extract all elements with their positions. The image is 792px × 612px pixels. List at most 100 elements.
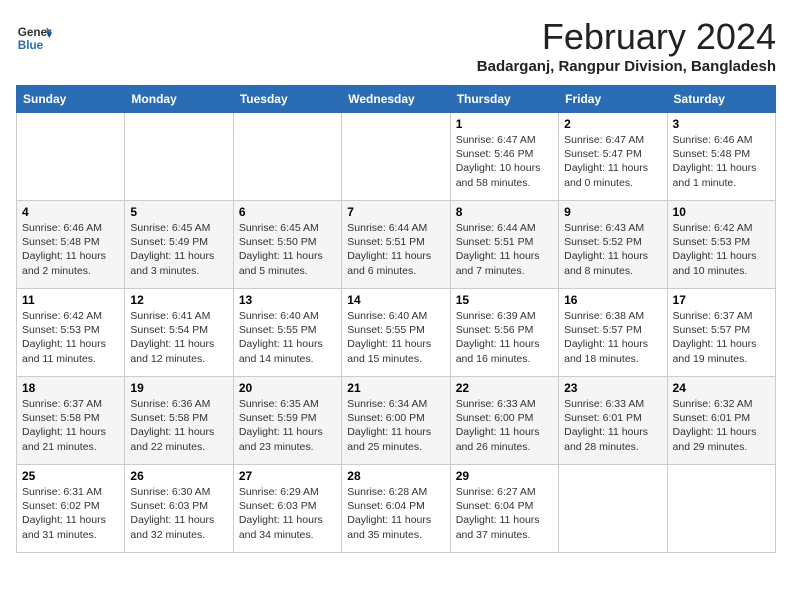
calendar-cell: 19Sunrise: 6:36 AMSunset: 5:58 PMDayligh… (125, 377, 233, 465)
day-number: 4 (22, 205, 119, 219)
calendar-cell: 9 Sunrise: 6:43 AMSunset: 5:52 PMDaylight… (559, 201, 667, 289)
day-number: 8 (456, 205, 553, 219)
day-number: 25 (22, 469, 119, 483)
day-number: 5 (130, 205, 227, 219)
calendar-cell (125, 113, 233, 201)
calendar-cell: 24 Sunrise: 6:32 AMSunset: 6:01 PMDayligh… (667, 377, 775, 465)
day-info: Sunrise: 6:47 AMSunset: 5:47 PMDaylight:… (564, 133, 661, 190)
day-info: Sunrise: 6:37 AMSunset: 5:57 PMDaylight:… (673, 309, 770, 366)
day-number: 15 (456, 293, 553, 307)
calendar-cell (667, 465, 775, 553)
calendar-cell: 25 Sunrise: 6:31 AMSunset: 6:02 PMDayligh… (17, 465, 125, 553)
day-info: Sunrise: 6:35 AMSunset: 5:59 PMDaylight:… (239, 397, 336, 454)
calendar-cell: 28Sunrise: 6:28 AMSunset: 6:04 PMDayligh… (342, 465, 450, 553)
week-row-0: 1 Sunrise: 6:47 AMSunset: 5:46 PMDaylight… (17, 113, 776, 201)
calendar-cell: 17Sunrise: 6:37 AMSunset: 5:57 PMDayligh… (667, 289, 775, 377)
calendar-cell: 18 Sunrise: 6:37 AMSunset: 5:58 PMDayligh… (17, 377, 125, 465)
day-info: Sunrise: 6:32 AMSunset: 6:01 PMDaylight:… (673, 397, 770, 454)
day-number: 23 (564, 381, 661, 395)
day-info: Sunrise: 6:29 AMSunset: 6:03 PMDaylight:… (239, 485, 336, 542)
calendar-cell: 21 Sunrise: 6:34 AMSunset: 6:00 PMDayligh… (342, 377, 450, 465)
day-info: Sunrise: 6:40 AMSunset: 5:55 PMDaylight:… (239, 309, 336, 366)
day-info: Sunrise: 6:46 AMSunset: 5:48 PMDaylight:… (22, 221, 119, 278)
day-info: Sunrise: 6:33 AMSunset: 6:01 PMDaylight:… (564, 397, 661, 454)
day-number: 12 (130, 293, 227, 307)
calendar-cell: 27Sunrise: 6:29 AMSunset: 6:03 PMDayligh… (233, 465, 341, 553)
weekday-header-monday: Monday (125, 86, 233, 113)
day-info: Sunrise: 6:45 AMSunset: 5:49 PMDaylight:… (130, 221, 227, 278)
day-info: Sunrise: 6:42 AMSunset: 5:53 PMDaylight:… (22, 309, 119, 366)
calendar-cell: 13 Sunrise: 6:40 AMSunset: 5:55 PMDayligh… (233, 289, 341, 377)
weekday-header-tuesday: Tuesday (233, 86, 341, 113)
day-info: Sunrise: 6:34 AMSunset: 6:00 PMDaylight:… (347, 397, 444, 454)
logo: General Blue (16, 20, 56, 56)
day-info: Sunrise: 6:47 AMSunset: 5:46 PMDaylight:… (456, 133, 553, 190)
calendar-cell: 22Sunrise: 6:33 AMSunset: 6:00 PMDayligh… (450, 377, 558, 465)
calendar-cell: 10Sunrise: 6:42 AMSunset: 5:53 PMDayligh… (667, 201, 775, 289)
day-number: 19 (130, 381, 227, 395)
calendar-cell: 12 Sunrise: 6:41 AMSunset: 5:54 PMDayligh… (125, 289, 233, 377)
calendar-cell: 4 Sunrise: 6:46 AMSunset: 5:48 PMDaylight… (17, 201, 125, 289)
calendar-cell: 3 Sunrise: 6:46 AMSunset: 5:48 PMDaylight… (667, 113, 775, 201)
header: General Blue February 2024 Badarganj, Ra… (16, 16, 776, 75)
day-number: 26 (130, 469, 227, 483)
calendar-cell (342, 113, 450, 201)
day-number: 20 (239, 381, 336, 395)
calendar-cell: 5 Sunrise: 6:45 AMSunset: 5:49 PMDaylight… (125, 201, 233, 289)
calendar-cell: 14Sunrise: 6:40 AMSunset: 5:55 PMDayligh… (342, 289, 450, 377)
calendar-cell: 23 Sunrise: 6:33 AMSunset: 6:01 PMDayligh… (559, 377, 667, 465)
weekday-header-thursday: Thursday (450, 86, 558, 113)
day-number: 2 (564, 117, 661, 131)
calendar-cell: 2 Sunrise: 6:47 AMSunset: 5:47 PMDaylight… (559, 113, 667, 201)
week-row-3: 18 Sunrise: 6:37 AMSunset: 5:58 PMDayligh… (17, 377, 776, 465)
weekday-header-row: SundayMondayTuesdayWednesdayThursdayFrid… (17, 86, 776, 113)
calendar-table: SundayMondayTuesdayWednesdayThursdayFrid… (16, 85, 776, 553)
day-number: 16 (564, 293, 661, 307)
svg-text:Blue: Blue (18, 39, 44, 52)
day-info: Sunrise: 6:44 AMSunset: 5:51 PMDaylight:… (347, 221, 444, 278)
week-row-1: 4 Sunrise: 6:46 AMSunset: 5:48 PMDaylight… (17, 201, 776, 289)
weekday-header-saturday: Saturday (667, 86, 775, 113)
calendar-cell: 11 Sunrise: 6:42 AMSunset: 5:53 PMDayligh… (17, 289, 125, 377)
day-number: 24 (673, 381, 770, 395)
day-info: Sunrise: 6:44 AMSunset: 5:51 PMDaylight:… (456, 221, 553, 278)
calendar-cell: 29Sunrise: 6:27 AMSunset: 6:04 PMDayligh… (450, 465, 558, 553)
day-info: Sunrise: 6:37 AMSunset: 5:58 PMDaylight:… (22, 397, 119, 454)
subtitle: Badarganj, Rangpur Division, Bangladesh (477, 58, 776, 75)
week-row-2: 11 Sunrise: 6:42 AMSunset: 5:53 PMDayligh… (17, 289, 776, 377)
calendar-cell: 15 Sunrise: 6:39 AMSunset: 5:56 PMDayligh… (450, 289, 558, 377)
day-info: Sunrise: 6:46 AMSunset: 5:48 PMDaylight:… (673, 133, 770, 190)
calendar-cell: 7 Sunrise: 6:44 AMSunset: 5:51 PMDaylight… (342, 201, 450, 289)
day-info: Sunrise: 6:41 AMSunset: 5:54 PMDaylight:… (130, 309, 227, 366)
day-info: Sunrise: 6:45 AMSunset: 5:50 PMDaylight:… (239, 221, 336, 278)
day-number: 11 (22, 293, 119, 307)
calendar-cell (233, 113, 341, 201)
logo-icon: General Blue (16, 20, 52, 56)
calendar-cell: 16 Sunrise: 6:38 AMSunset: 5:57 PMDayligh… (559, 289, 667, 377)
title-block: February 2024 Badarganj, Rangpur Divisio… (477, 16, 776, 75)
calendar-cell (559, 465, 667, 553)
day-info: Sunrise: 6:39 AMSunset: 5:56 PMDaylight:… (456, 309, 553, 366)
day-info: Sunrise: 6:40 AMSunset: 5:55 PMDaylight:… (347, 309, 444, 366)
day-number: 13 (239, 293, 336, 307)
day-info: Sunrise: 6:30 AMSunset: 6:03 PMDaylight:… (130, 485, 227, 542)
day-number: 18 (22, 381, 119, 395)
weekday-header-wednesday: Wednesday (342, 86, 450, 113)
day-number: 29 (456, 469, 553, 483)
calendar-cell: 6Sunrise: 6:45 AMSunset: 5:50 PMDaylight… (233, 201, 341, 289)
day-number: 10 (673, 205, 770, 219)
day-number: 3 (673, 117, 770, 131)
calendar-cell: 20 Sunrise: 6:35 AMSunset: 5:59 PMDayligh… (233, 377, 341, 465)
day-info: Sunrise: 6:43 AMSunset: 5:52 PMDaylight:… (564, 221, 661, 278)
day-info: Sunrise: 6:31 AMSunset: 6:02 PMDaylight:… (22, 485, 119, 542)
day-info: Sunrise: 6:38 AMSunset: 5:57 PMDaylight:… (564, 309, 661, 366)
day-number: 21 (347, 381, 444, 395)
day-number: 7 (347, 205, 444, 219)
week-row-4: 25 Sunrise: 6:31 AMSunset: 6:02 PMDayligh… (17, 465, 776, 553)
day-number: 9 (564, 205, 661, 219)
day-number: 28 (347, 469, 444, 483)
day-number: 1 (456, 117, 553, 131)
day-info: Sunrise: 6:33 AMSunset: 6:00 PMDaylight:… (456, 397, 553, 454)
weekday-header-friday: Friday (559, 86, 667, 113)
calendar-header: SundayMondayTuesdayWednesdayThursdayFrid… (17, 86, 776, 113)
